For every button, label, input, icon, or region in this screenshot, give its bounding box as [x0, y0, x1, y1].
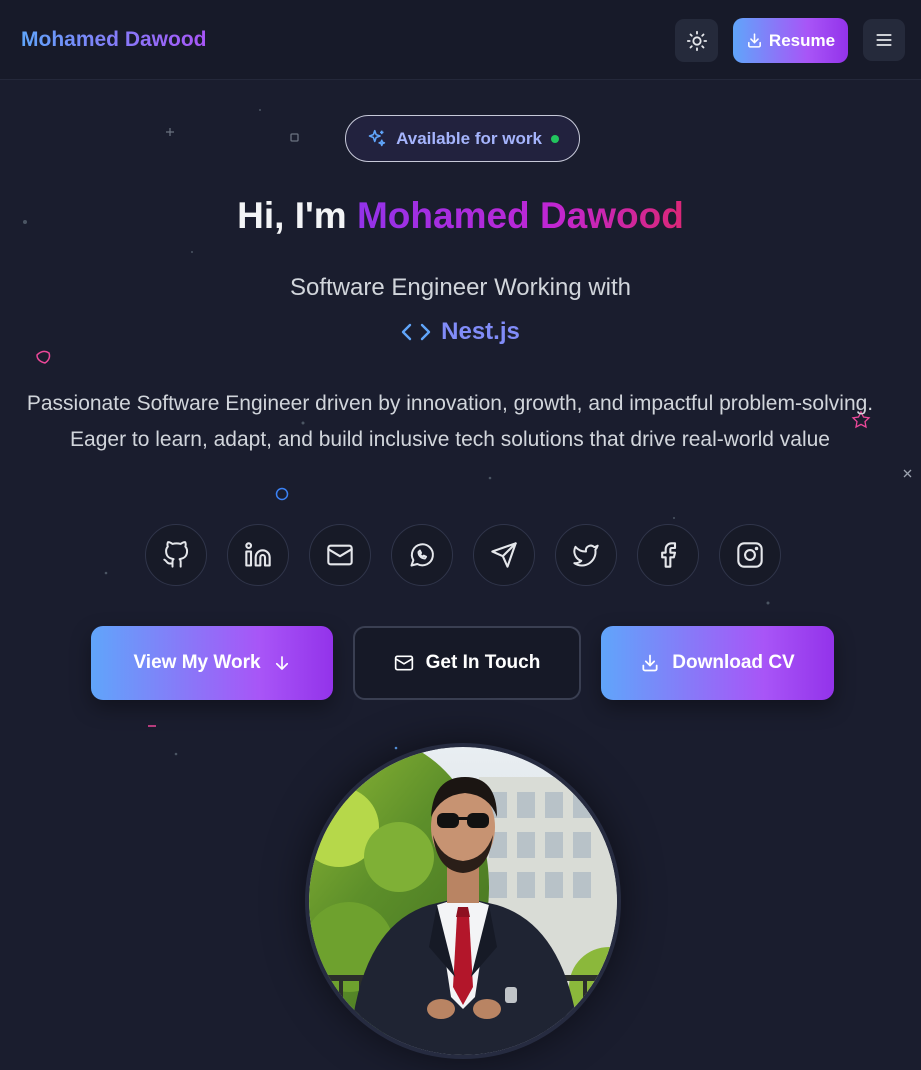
mail-icon	[394, 655, 413, 671]
twitter-link[interactable]	[555, 524, 617, 586]
view-my-work-button[interactable]: View My Work	[91, 626, 333, 700]
hero-name: Mohamed Dawood	[356, 195, 684, 236]
github-icon	[163, 541, 189, 568]
hamburger-menu-icon	[876, 34, 892, 46]
send-icon	[491, 542, 517, 568]
status-dot	[550, 134, 559, 143]
view-my-work-label: View My Work	[133, 652, 261, 673]
facebook-link[interactable]	[637, 524, 699, 586]
resume-button[interactable]: Resume	[733, 18, 848, 63]
whatsapp-icon	[410, 543, 434, 567]
sparkles-icon	[368, 129, 386, 147]
download-cv-label: Download CV	[672, 652, 795, 673]
facebook-icon	[661, 542, 677, 568]
profile-photo-frame	[305, 743, 621, 1059]
download-icon	[747, 33, 761, 48]
greeting-prefix: Hi, I'm	[237, 195, 347, 236]
code-icon	[401, 323, 431, 341]
download-cv-button[interactable]: Download CV	[601, 626, 834, 700]
hero-headline: Hi, I'm Mohamed Dawood	[0, 195, 921, 237]
email-link[interactable]	[309, 524, 371, 586]
mail-icon	[327, 544, 353, 566]
navbar: Mohamed Dawood Resume	[0, 0, 921, 80]
arrow-down-icon	[275, 656, 288, 670]
get-in-touch-label: Get In Touch	[425, 652, 541, 673]
whatsapp-link[interactable]	[391, 524, 453, 586]
technology-name: Nest.js	[441, 318, 520, 345]
resume-label: Resume	[768, 30, 836, 50]
get-in-touch-button[interactable]: Get In Touch	[353, 626, 581, 700]
linkedin-link[interactable]	[227, 524, 289, 586]
availability-text: Available for work	[396, 128, 542, 148]
twitter-icon	[573, 544, 599, 567]
linkedin-icon	[245, 542, 271, 567]
instagram-link[interactable]	[719, 524, 781, 586]
menu-button[interactable]	[863, 19, 905, 61]
hero-description: Passionate Software Engineer driven by i…	[26, 392, 874, 451]
sun-icon	[686, 30, 707, 51]
brand-logo[interactable]: Mohamed Dawood	[21, 28, 207, 52]
hero-subtitle: Software Engineer Working with	[289, 274, 632, 301]
technology-rotator: Nest.js	[0, 318, 921, 346]
theme-toggle-button[interactable]	[675, 19, 718, 62]
telegram-link[interactable]	[473, 524, 535, 586]
github-link[interactable]	[145, 524, 207, 586]
social-links	[0, 524, 921, 586]
instagram-icon	[737, 542, 763, 568]
availability-badge: Available for work	[345, 115, 580, 162]
profile-photo	[309, 747, 617, 1055]
download-icon	[642, 654, 658, 672]
